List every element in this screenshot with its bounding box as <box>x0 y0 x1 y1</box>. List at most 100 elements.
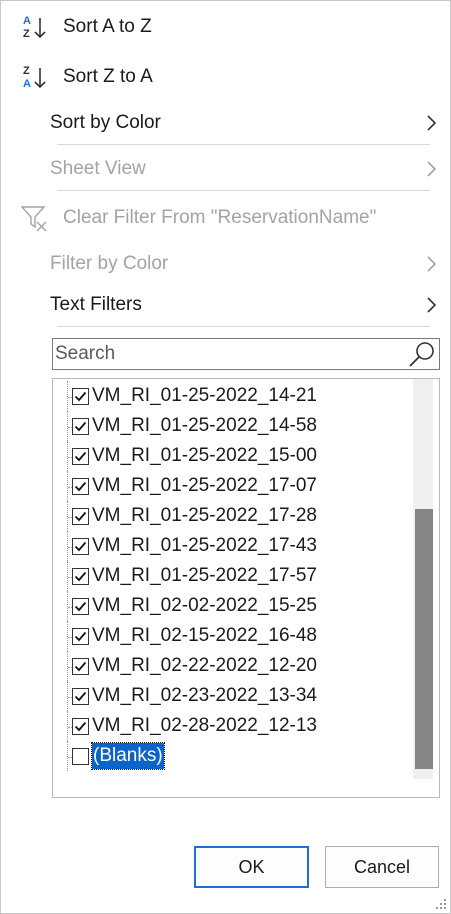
sheet-view-label: Sheet View <box>50 158 146 179</box>
chevron-right-icon <box>427 297 437 313</box>
list-item-label: VM_RI_02-22-2022_12-20 <box>92 655 317 676</box>
list-item-label: VM_RI_02-28-2022_12-13 <box>92 715 317 736</box>
item-checkbox[interactable] <box>72 478 89 495</box>
clear-filter-item: Clear Filter From "ReservationName" <box>1 198 450 238</box>
list-item-label: VM_RI_02-15-2022_16-48 <box>92 625 317 646</box>
item-checkbox[interactable] <box>72 688 89 705</box>
list-item-label: VM_RI_01-25-2022_17-57 <box>92 565 317 586</box>
item-checkbox[interactable] <box>72 448 89 465</box>
checkmark-icon <box>74 421 87 432</box>
svg-text:A: A <box>23 15 31 27</box>
item-checkbox[interactable] <box>72 538 89 555</box>
checkmark-icon <box>74 541 87 552</box>
text-filters-item[interactable]: Text Filters <box>1 285 450 325</box>
item-checkbox[interactable] <box>72 748 89 765</box>
sort-a-to-z-label: Sort A to Z <box>63 16 152 37</box>
resize-grip-icon[interactable] <box>435 898 447 910</box>
item-checkbox[interactable] <box>72 658 89 675</box>
sheet-view-item: Sheet View <box>1 149 450 189</box>
tree-line <box>67 561 70 591</box>
checkmark-icon <box>74 721 87 732</box>
clear-filter-label: Clear Filter From "ReservationName" <box>63 207 377 228</box>
menu-divider <box>57 144 430 145</box>
search-input[interactable] <box>53 339 405 369</box>
scrollbar-thumb[interactable] <box>415 509 433 769</box>
checkmark-icon <box>74 511 87 522</box>
list-item[interactable]: VM_RI_01-25-2022_14-58 <box>53 411 413 441</box>
text-filters-label: Text Filters <box>50 294 142 315</box>
list-item[interactable]: VM_RI_02-28-2022_12-13 <box>53 711 413 741</box>
tree-line <box>67 531 70 561</box>
tree-line <box>67 441 70 471</box>
filter-dropdown-panel: A Z Sort A to Z Z A Sort Z to A Sort by … <box>0 0 451 914</box>
sort-ascending-icon: A Z <box>23 15 46 40</box>
menu-divider <box>57 190 430 191</box>
filter-values-list[interactable]: VM_RI_01-25-2022_14-21 VM_RI_01-25-2022_1… <box>52 378 440 798</box>
checkmark-icon <box>74 391 87 402</box>
list-item[interactable]: VM_RI_02-22-2022_12-20 <box>53 651 413 681</box>
svg-text:A: A <box>23 78 31 90</box>
checkmark-icon <box>74 601 87 612</box>
list-item[interactable]: VM_RI_01-25-2022_17-07 <box>53 471 413 501</box>
tree-line <box>67 621 70 651</box>
tree-line <box>67 501 70 531</box>
checkmark-icon <box>74 631 87 642</box>
item-checkbox[interactable] <box>72 568 89 585</box>
list-item-label: VM_RI_01-25-2022_15-00 <box>92 445 317 466</box>
sort-z-to-a-item[interactable]: Z A Sort Z to A <box>1 57 450 97</box>
clear-filter-icon <box>20 206 47 232</box>
list-item-label: VM_RI_01-25-2022_17-43 <box>92 535 317 556</box>
sort-a-to-z-item[interactable]: A Z Sort A to Z <box>1 7 450 47</box>
tree-line <box>67 381 70 411</box>
sort-z-to-a-label: Sort Z to A <box>63 66 153 87</box>
filter-by-color-label: Filter by Color <box>50 253 169 274</box>
list-item[interactable]: (Blanks) <box>53 741 413 771</box>
svg-text:Z: Z <box>23 28 30 40</box>
list-item[interactable]: VM_RI_02-15-2022_16-48 <box>53 621 413 651</box>
chevron-right-icon <box>427 256 437 272</box>
tree-line <box>67 681 70 711</box>
list-item[interactable]: VM_RI_01-25-2022_15-00 <box>53 441 413 471</box>
list-item-label: VM_RI_01-25-2022_17-28 <box>92 505 317 526</box>
sort-by-color-label: Sort by Color <box>50 112 161 133</box>
item-checkbox[interactable] <box>72 598 89 615</box>
list-item[interactable]: VM_RI_01-25-2022_17-28 <box>53 501 413 531</box>
list-item[interactable]: VM_RI_02-02-2022_15-25 <box>53 591 413 621</box>
checkmark-icon <box>74 451 87 462</box>
checkmark-icon <box>74 481 87 492</box>
tree-line <box>67 411 70 441</box>
sort-descending-icon: Z A <box>23 65 46 90</box>
list-item[interactable]: VM_RI_01-25-2022_17-43 <box>53 531 413 561</box>
item-checkbox[interactable] <box>72 418 89 435</box>
tree-line <box>67 741 70 771</box>
item-checkbox[interactable] <box>72 388 89 405</box>
checkmark-icon <box>74 571 87 582</box>
list-item-label: (Blanks) <box>91 742 165 770</box>
list-item-label: VM_RI_02-02-2022_15-25 <box>92 595 317 616</box>
list-item-label: VM_RI_01-25-2022_14-58 <box>92 415 317 436</box>
tree-line <box>67 711 70 741</box>
search-box <box>52 338 440 370</box>
sort-by-color-item[interactable]: Sort by Color <box>1 103 450 143</box>
list-item[interactable]: VM_RI_02-23-2022_13-34 <box>53 681 413 711</box>
list-item-label: VM_RI_01-25-2022_17-07 <box>92 475 317 496</box>
chevron-right-icon <box>427 115 437 131</box>
svg-text:Z: Z <box>23 65 30 77</box>
item-checkbox[interactable] <box>72 718 89 735</box>
cancel-button[interactable]: Cancel <box>325 846 439 888</box>
list-item-label: VM_RI_02-23-2022_13-34 <box>92 685 317 706</box>
tree-line <box>67 471 70 501</box>
item-checkbox[interactable] <box>72 508 89 525</box>
list-item[interactable]: VM_RI_01-25-2022_17-57 <box>53 561 413 591</box>
checkmark-icon <box>74 691 87 702</box>
list-item[interactable]: VM_RI_01-25-2022_14-21 <box>53 381 413 411</box>
chevron-right-icon <box>427 161 437 177</box>
ok-button[interactable]: OK <box>194 846 309 888</box>
search-icon[interactable] <box>407 340 437 370</box>
checkmark-icon <box>74 661 87 672</box>
menu-divider <box>57 326 430 327</box>
item-checkbox[interactable] <box>72 628 89 645</box>
tree-line <box>67 591 70 621</box>
tree-line <box>67 651 70 681</box>
filter-by-color-item: Filter by Color <box>1 244 450 284</box>
